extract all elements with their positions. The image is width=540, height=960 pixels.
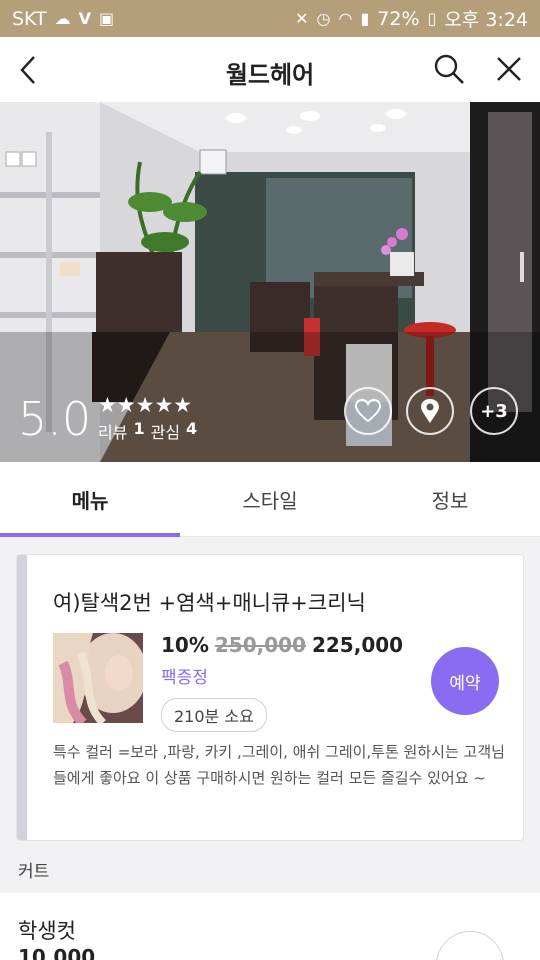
gallery-icon: ▣ — [99, 9, 115, 28]
menu-item-description: 특수 컬러 =보라 ,파랑, 카키 ,그레이, 애쉬 그레이,투톤 원하시는 고… — [53, 743, 505, 787]
menu-item-card-2[interactable]: 학생컷 10,000 — [0, 893, 540, 960]
v-icon: V — [78, 9, 92, 28]
search-icon[interactable] — [432, 52, 466, 86]
carrier-label: SKT — [12, 7, 47, 30]
mute-icon: ✕ — [295, 9, 309, 28]
signal-icon: ▮ — [360, 9, 370, 28]
salon-photo[interactable]: 5.0 ★★★★★ 리뷰 1 관심 4 +3 — [0, 102, 540, 462]
rating-stars: ★★★★★ — [98, 393, 193, 417]
book-button[interactable]: 예약 — [431, 647, 499, 715]
active-tab-indicator — [0, 533, 180, 537]
interest-count: 4 — [186, 419, 198, 438]
sale-price: 225,000 — [311, 633, 404, 657]
cloud-icon: ☁ — [54, 9, 71, 28]
location-button[interactable] — [406, 387, 454, 435]
rating-score: 5.0 — [18, 392, 92, 446]
battery-percent: 72% — [377, 7, 420, 30]
tab-info[interactable]: 정보 — [360, 462, 540, 537]
card-accent-bar — [17, 555, 27, 840]
menu-item-card[interactable]: 여)탈색2번 +염색+매니큐+크리닉 10% 250,000 225,000 팩… — [16, 554, 524, 841]
interest-label: 관심 — [150, 423, 181, 442]
close-icon[interactable] — [494, 54, 524, 84]
review-interest-counts: 리뷰 1 관심 4 — [98, 419, 197, 443]
menu-item-2-price: 10,000 — [18, 945, 96, 960]
section-header-cut: 커트 — [18, 862, 50, 882]
menu-item-2-name: 학생컷 — [18, 919, 76, 943]
clock: 오후 3:24 — [444, 9, 528, 31]
review-label: 리뷰 — [98, 423, 128, 442]
review-count: 1 — [133, 419, 145, 438]
menu-item-pricing: 10% 250,000 225,000 팩증정 210분 소요 — [161, 633, 403, 732]
tab-menu[interactable]: 메뉴 — [0, 462, 180, 537]
discount-rate: 10% — [161, 633, 209, 657]
tab-style[interactable]: 스타일 — [180, 462, 360, 537]
original-price: 250,000 — [214, 633, 306, 657]
menu-item-name: 여)탈색2번 +염색+매니큐+크리닉 — [53, 591, 366, 615]
app-bar: 월드헤어 — [0, 37, 540, 102]
location-pin-icon — [421, 399, 439, 423]
back-arrow-icon[interactable] — [14, 53, 44, 87]
book-button-2[interactable] — [436, 931, 504, 960]
status-bar: SKT ☁ V ▣ ✕ ◷ ◠ ▮ 72% ▯ 오후 3:24 — [0, 0, 540, 37]
alarm-icon: ◷ — [316, 9, 331, 28]
more-photos-button[interactable]: +3 — [470, 387, 518, 435]
heart-icon — [355, 399, 381, 423]
tab-bar: 메뉴 스타일 정보 — [0, 462, 540, 537]
battery-icon: ▯ — [427, 9, 437, 28]
favorite-button[interactable] — [344, 387, 392, 435]
wifi-icon: ◠ — [338, 9, 353, 28]
pack-gift-label: 팩증정 — [161, 668, 208, 688]
duration-badge: 210분 소요 — [161, 698, 267, 732]
menu-item-thumbnail — [53, 633, 143, 723]
